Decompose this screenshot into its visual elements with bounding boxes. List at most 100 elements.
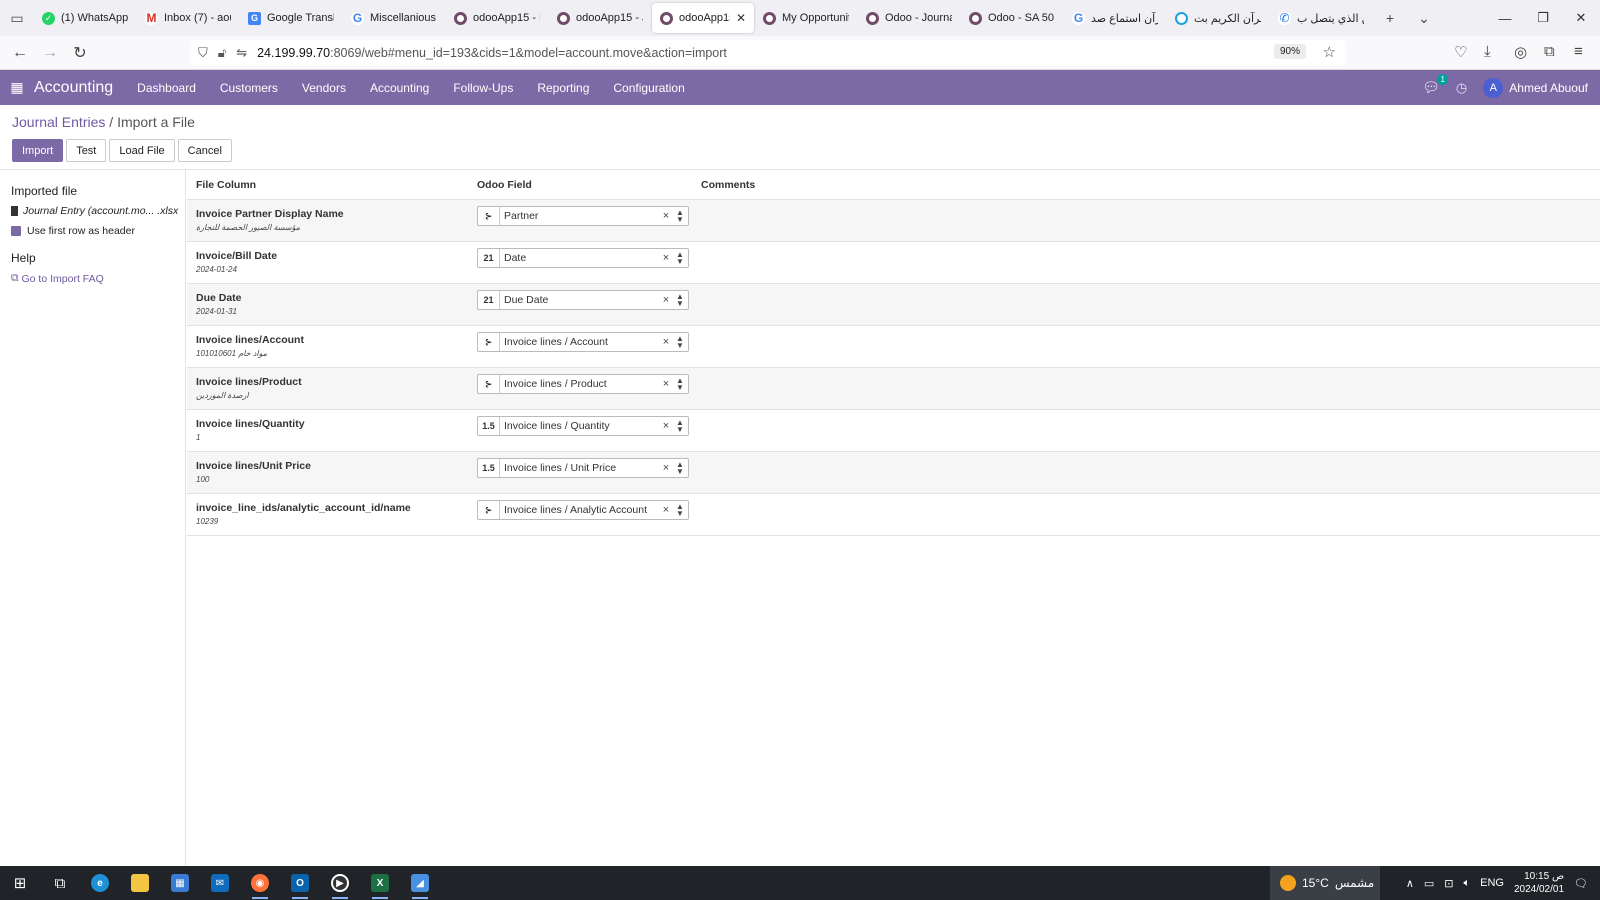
clear-field-icon[interactable]: ×	[660, 420, 672, 432]
clear-field-icon[interactable]: ×	[660, 252, 672, 264]
url-bar[interactable]: ⛉ 🔓︎ ⇋ 24.199.99.70:8069/web#menu_id=193…	[190, 40, 1346, 66]
breadcrumb-journal-entries[interactable]: Journal Entries	[12, 114, 105, 130]
clear-field-icon[interactable]: ×	[660, 336, 672, 348]
new-tab-button[interactable]: +	[1373, 0, 1407, 36]
browser-tab[interactable]: G Google Translat	[240, 3, 342, 33]
pocket-icon[interactable]: ♡	[1454, 43, 1467, 61]
import-faq-link[interactable]: ⧉ Go to Import FAQ	[11, 272, 185, 285]
windows-start-icon[interactable]: ⊞	[0, 866, 40, 900]
menu-item-vendors[interactable]: Vendors	[302, 81, 346, 95]
store-icon[interactable]: ▦	[160, 866, 200, 900]
menu-item-follow-ups[interactable]: Follow-Ups	[453, 81, 513, 95]
clear-field-icon[interactable]: ×	[660, 504, 672, 516]
activity-clock-icon[interactable]: ◷	[1456, 80, 1467, 96]
select-arrows-icon[interactable]: ▲ ▼	[672, 209, 688, 224]
odoo-field-select[interactable]: ⊱ Invoice lines / Analytic Account × ▲ ▼	[477, 500, 689, 520]
lock-insecure-icon[interactable]: 🔓︎	[218, 45, 226, 61]
menu-item-accounting[interactable]: Accounting	[370, 81, 429, 95]
tray-chevron-icon[interactable]: ∧	[1406, 877, 1414, 890]
close-tab-icon[interactable]: ✕	[736, 11, 746, 25]
select-arrows-icon[interactable]: ▲ ▼	[672, 293, 688, 308]
zoom-badge[interactable]: 90%	[1273, 44, 1306, 59]
tab-overview-icon[interactable]: ▭	[0, 0, 34, 36]
first-row-header-checkbox[interactable]	[11, 226, 21, 236]
shield-icon[interactable]: ⛉	[198, 45, 208, 61]
browser-tab[interactable]: ✓ (1) WhatsApp	[34, 3, 136, 33]
excel-icon[interactable]: X	[360, 866, 400, 900]
odoo-field-select[interactable]: 1.5 Invoice lines / Unit Price × ▲ ▼	[477, 458, 689, 478]
browser-tab[interactable]: odooApp15 ✕	[652, 3, 754, 33]
apps-grid-icon[interactable]: ▦	[0, 79, 34, 96]
restore-icon[interactable]: ❐	[1524, 0, 1562, 36]
outlook-icon[interactable]: O	[280, 866, 320, 900]
volume-icon[interactable]: 🔈︎	[1464, 877, 1471, 890]
tab-list-chevron-icon[interactable]: ⌄	[1407, 0, 1441, 36]
edge-icon[interactable]: e	[80, 866, 120, 900]
notifications-icon[interactable]: 🗨︎	[1574, 877, 1588, 890]
task-view-icon[interactable]: ⧉	[40, 866, 80, 900]
select-arrows-icon[interactable]: ▲ ▼	[672, 251, 688, 266]
clear-field-icon[interactable]: ×	[660, 294, 672, 306]
clear-field-icon[interactable]: ×	[660, 210, 672, 222]
browser-tab[interactable]: odooApp15 - Jc	[549, 3, 651, 33]
select-arrows-icon[interactable]: ▲ ▼	[672, 503, 688, 518]
select-arrows-icon[interactable]: ▲ ▼	[672, 461, 688, 476]
browser-tab[interactable]: ✆ من الذي يتصل ب	[1270, 3, 1372, 33]
firefox-icon[interactable]: ◉	[240, 866, 280, 900]
download-icon[interactable]: ⤓	[1484, 43, 1491, 60]
browser-tab[interactable]: odooApp15 - B	[446, 3, 548, 33]
battery-icon[interactable]: ▭	[1424, 877, 1434, 890]
user-menu[interactable]: A Ahmed Abuouf	[1483, 77, 1588, 98]
language-indicator[interactable]: ENG	[1480, 877, 1504, 889]
menu-item-dashboard[interactable]: Dashboard	[137, 81, 196, 95]
account-icon[interactable]: ◎	[1514, 43, 1527, 61]
extensions-icon[interactable]: ⧉	[1544, 43, 1555, 60]
clock[interactable]: 10:15 ص 2024/02/01	[1514, 870, 1564, 896]
back-button[interactable]: ←	[8, 42, 32, 64]
cancel-button[interactable]: Cancel	[177, 139, 232, 162]
browser-tab[interactable]: Odoo - Journal	[858, 3, 960, 33]
browser-tab[interactable]: G Miscellanious -	[343, 3, 445, 33]
clear-field-icon[interactable]: ×	[660, 378, 672, 390]
tab-label: Google Translat	[267, 12, 334, 24]
import-button[interactable]: Import	[12, 139, 64, 162]
file-explorer-icon[interactable]	[120, 866, 160, 900]
network-icon[interactable]: ⊡	[1444, 877, 1453, 890]
close-window-icon[interactable]: ✕	[1562, 0, 1600, 36]
select-arrows-icon[interactable]: ▲ ▼	[672, 377, 688, 392]
load-file-button[interactable]: Load File	[109, 139, 175, 162]
odoo-field-select[interactable]: ⊱ Invoice lines / Account × ▲ ▼	[477, 332, 689, 352]
browser-tab[interactable]: Odoo - SA 50 6	[961, 3, 1063, 33]
bookmark-star-icon[interactable]: ☆	[1323, 43, 1336, 61]
media-player-icon[interactable]: ▶	[320, 866, 360, 900]
mail-icon[interactable]: ✉	[200, 866, 240, 900]
browser-tab[interactable]: My Opportunit	[755, 3, 857, 33]
reload-button[interactable]: ↻	[68, 42, 92, 64]
permissions-icon[interactable]: ⇋	[236, 45, 247, 61]
chat-icon[interactable]: 💬︎ 1	[1422, 74, 1448, 96]
minimize-icon[interactable]: —	[1486, 0, 1524, 36]
clear-field-icon[interactable]: ×	[660, 462, 672, 474]
weather-widget[interactable]: 15°C مشمس	[1270, 866, 1380, 900]
odoo-field-select[interactable]: ⊱ Invoice lines / Product × ▲ ▼	[477, 374, 689, 394]
menu-icon[interactable]: ≡	[1574, 43, 1583, 60]
odoo-field-select[interactable]: 21 Date × ▲ ▼	[477, 248, 689, 268]
test-button[interactable]: Test	[66, 139, 107, 162]
first-row-header-option[interactable]: Use first row as header	[11, 225, 185, 237]
select-arrows-icon[interactable]: ▲ ▼	[672, 419, 688, 434]
select-arrows-icon[interactable]: ▲ ▼	[672, 335, 688, 350]
odoo-field-select[interactable]: 21 Due Date × ▲ ▼	[477, 290, 689, 310]
odoo-field-select[interactable]: ⊱ Partner × ▲ ▼	[477, 206, 689, 226]
browser-tab[interactable]: M Inbox (7) - aou	[137, 3, 239, 33]
app-name[interactable]: Accounting	[34, 79, 113, 97]
url-text[interactable]: 24.199.99.70:8069/web#menu_id=193&cids=1…	[257, 46, 727, 60]
chat-badge: 1	[1437, 74, 1448, 85]
photos-icon[interactable]: ◢	[400, 866, 440, 900]
browser-tab[interactable]: القرآن الكريم بت	[1167, 3, 1269, 33]
odoo-field-select[interactable]: 1.5 Invoice lines / Quantity × ▲ ▼	[477, 416, 689, 436]
menu-item-reporting[interactable]: Reporting	[537, 81, 589, 95]
forward-button[interactable]: →	[38, 42, 62, 64]
browser-tab[interactable]: G قرآن استماع صد	[1064, 3, 1166, 33]
menu-item-customers[interactable]: Customers	[220, 81, 278, 95]
menu-item-configuration[interactable]: Configuration	[613, 81, 684, 95]
